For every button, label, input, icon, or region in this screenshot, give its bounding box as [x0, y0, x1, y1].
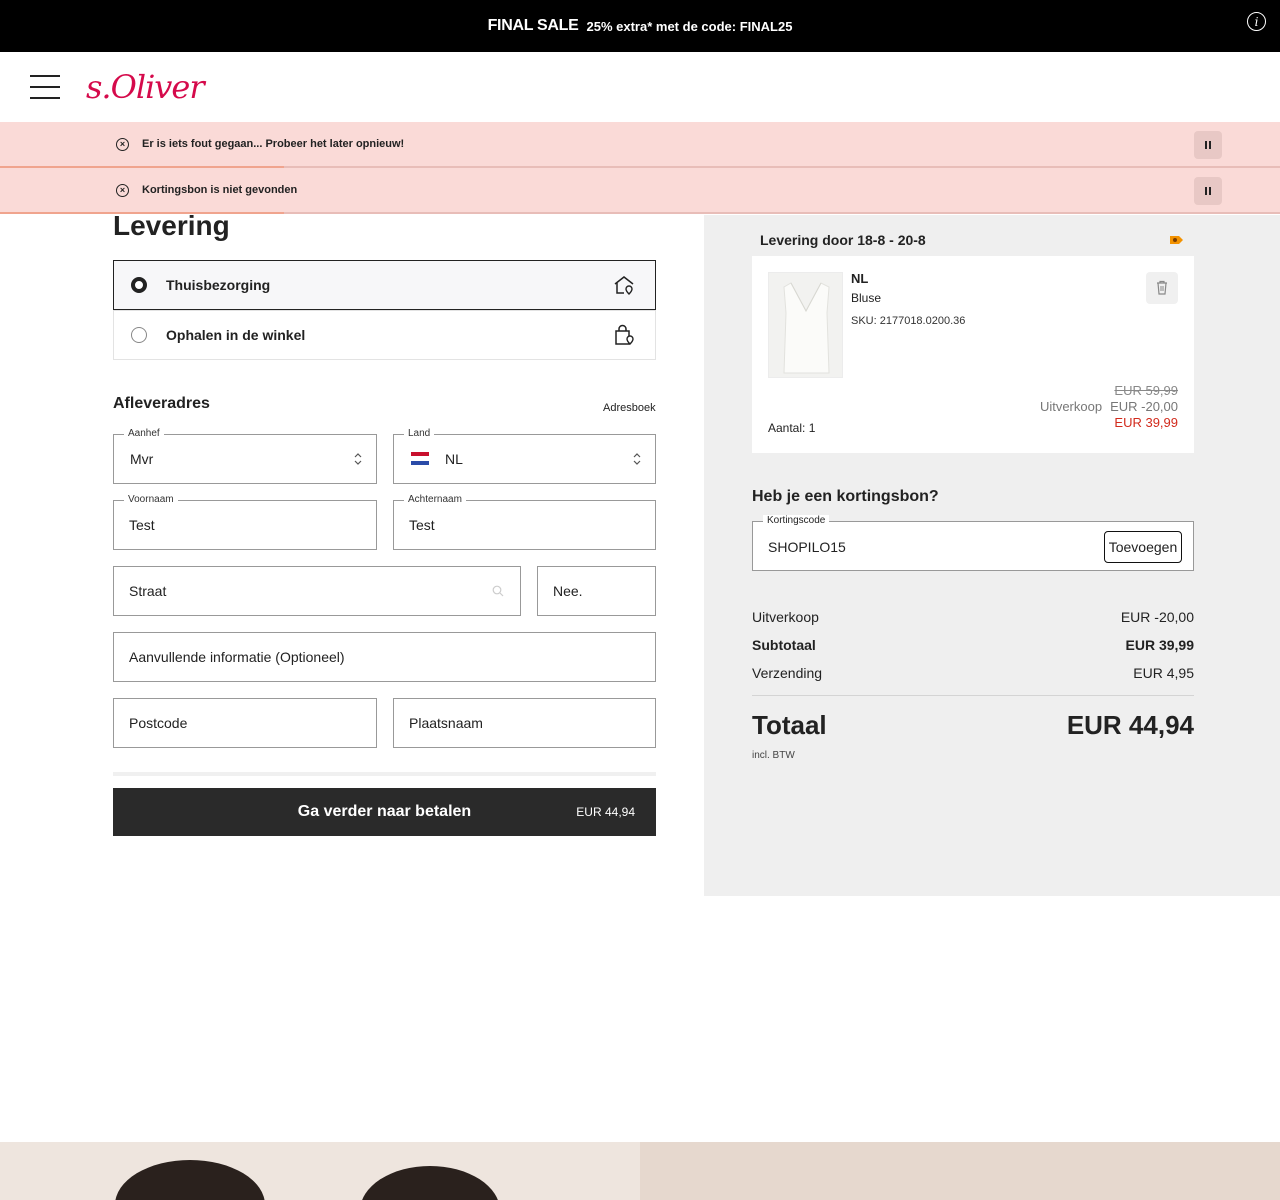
promo-bar: FINAL SALE 25% extra* met de code: FINAL…: [0, 0, 1280, 52]
address-book-link[interactable]: Adresboek: [603, 402, 656, 414]
field-label: Aanhef: [124, 428, 164, 439]
country-select[interactable]: Land NL: [393, 428, 656, 484]
product-sku: SKU: 2177018.0200.36: [851, 315, 966, 327]
coupon-title: Heb je een kortingsbon?: [752, 488, 939, 505]
field-label: Kortingscode: [763, 515, 830, 526]
close-circle-icon[interactable]: ×: [116, 138, 129, 151]
line-label: Uitverkoop: [752, 609, 819, 625]
add-coupon-button[interactable]: Toevoegen: [1104, 531, 1182, 563]
divider: [113, 772, 656, 776]
coupon-value: SHOPILO15: [768, 539, 846, 555]
search-icon: [492, 585, 504, 597]
option-label: Ophalen in de winkel: [166, 327, 306, 343]
info-icon[interactable]: i: [1247, 12, 1266, 31]
house-number-field[interactable]: Nee.: [537, 566, 656, 616]
pause-button[interactable]: [1194, 131, 1222, 159]
address-title: Afleveradres: [113, 395, 210, 412]
site-header: s.Oliver: [0, 52, 1280, 122]
product-type: Bluse: [851, 291, 882, 305]
delivery-title: Levering: [113, 210, 230, 241]
chevron-updown-icon: [354, 453, 362, 465]
line-value: EUR 39,99: [1125, 637, 1194, 653]
line-label: Subtotaal: [752, 637, 816, 653]
summary-line: Verzending EUR 4,95: [752, 665, 1194, 681]
sale-discount: Uitverkoop EUR -20,00: [1040, 399, 1178, 414]
nl-flag-icon: [411, 452, 429, 465]
field-value: NL: [445, 451, 463, 467]
sale-price: EUR 39,99: [1114, 415, 1178, 430]
total-label: Totaal: [752, 710, 827, 740]
banner-photo: [0, 1142, 640, 1200]
menu-icon[interactable]: [30, 73, 60, 101]
last-name-field[interactable]: Achternaam Test: [393, 494, 656, 550]
home-pin-icon: [614, 276, 634, 295]
vat-note: incl. BTW: [752, 750, 795, 761]
divider: [752, 695, 1194, 696]
product-name: NL: [851, 271, 869, 286]
summary-line: Subtotaal EUR 39,99: [752, 637, 1194, 653]
field-label: Achternaam: [404, 494, 466, 505]
field-placeholder: Aanvullende informatie (Optioneel): [129, 649, 345, 665]
toast-message: Kortingsbon is niet gevonden: [142, 184, 298, 196]
line-value: EUR -20,00: [1120, 609, 1194, 625]
cart-item: NL Bluse SKU: 2177018.0200.36 EUR 59,99 …: [752, 256, 1194, 453]
toast-message: Er is iets fout gegaan... Probeer het la…: [142, 138, 405, 150]
close-circle-icon[interactable]: ×: [116, 184, 129, 197]
cta-price: EUR 44,94: [576, 805, 635, 819]
promo-headline: FINAL SALE: [487, 17, 579, 34]
additional-info-field[interactable]: Aanvullende informatie (Optioneel): [113, 632, 656, 682]
city-field[interactable]: Plaatsnaam: [393, 698, 656, 748]
pause-button[interactable]: [1194, 177, 1222, 205]
radio-unselected[interactable]: [131, 327, 147, 343]
delivery-window: Levering door 18-8 - 20-8: [760, 232, 926, 248]
original-price: EUR 59,99: [1114, 383, 1178, 398]
product-image[interactable]: [768, 272, 843, 378]
trash-icon: [1157, 280, 1167, 295]
field-label: Voornaam: [124, 494, 178, 505]
first-name-field[interactable]: Voornaam Test: [113, 494, 377, 550]
option-store-pickup[interactable]: Ophalen in de winkel: [113, 310, 656, 360]
error-toast: × Er is iets fout gegaan... Probeer het …: [0, 122, 1280, 168]
discount-label: Uitverkoop: [1039, 399, 1103, 414]
street-field[interactable]: Straat: [113, 566, 521, 616]
option-home-delivery[interactable]: Thuisbezorging: [113, 260, 656, 310]
total-value: EUR 44,94: [1066, 710, 1194, 740]
coupon-field[interactable]: Kortingscode SHOPILO15 Toevoegen: [752, 515, 1194, 571]
chevron-updown-icon: [633, 453, 641, 465]
postcode-field[interactable]: Postcode: [113, 698, 377, 748]
line-label: Verzending: [752, 665, 823, 681]
cta-label: Ga verder naar betalen: [297, 803, 472, 820]
remove-item-button[interactable]: [1146, 272, 1178, 304]
continue-to-payment-button[interactable]: Ga verder naar betalen EUR 44,94: [113, 788, 656, 836]
store-bag-icon: [615, 324, 634, 345]
field-placeholder: Plaatsnaam: [409, 715, 483, 731]
error-toast: × Kortingsbon is niet gevonden: [0, 168, 1280, 214]
field-placeholder: Straat: [129, 583, 167, 599]
field-label: Land: [404, 428, 435, 439]
carrier-icon: [1170, 236, 1183, 244]
quantity: Aantal: 1: [768, 421, 816, 435]
radio-selected[interactable]: [131, 277, 147, 293]
field-placeholder: Postcode: [129, 715, 188, 731]
option-label: Thuisbezorging: [166, 277, 271, 293]
salutation-select[interactable]: Aanhef Mvr: [113, 428, 377, 484]
promo-text: 25% extra* met de code: FINAL25: [586, 18, 793, 34]
field-value: Test: [129, 517, 155, 533]
order-total: Totaal EUR 44,94: [752, 710, 1194, 741]
line-value: EUR 4,95: [1133, 665, 1194, 681]
discount-value: EUR -20,00: [1110, 399, 1178, 414]
summary-line: Uitverkoop EUR -20,00: [752, 609, 1194, 625]
field-placeholder: Nee.: [553, 583, 583, 599]
field-value: Test: [409, 517, 435, 533]
field-value: Mvr: [130, 451, 154, 467]
promo-banner-image: [0, 1142, 1280, 1200]
brand-logo[interactable]: s.Oliver: [86, 68, 205, 106]
